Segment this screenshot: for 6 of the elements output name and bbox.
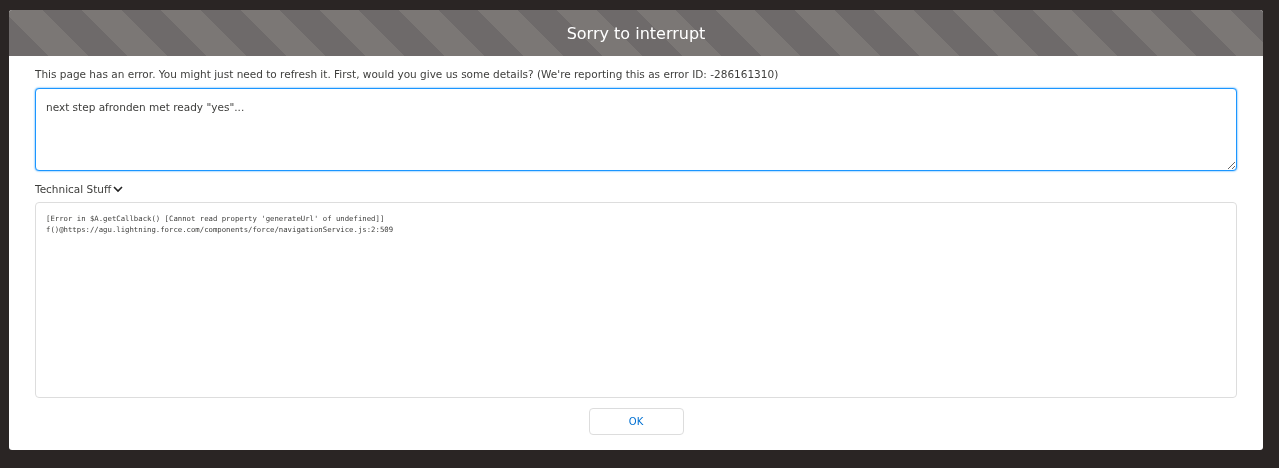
technical-stuff-toggle[interactable]: Technical Stuff <box>35 183 124 195</box>
error-message: This page has an error. You might just need to refresh it. First, would you give us some details? (We're reporting this as error ID: -286161310) <box>35 68 780 80</box>
chevron-icon <box>113 185 124 193</box>
ok-button[interactable]: OK <box>588 408 684 435</box>
dialog-title: Sorry to interrupt <box>566 23 706 43</box>
details-input-field[interactable]: next step afronden met ready "yes"... <box>35 88 1237 171</box>
